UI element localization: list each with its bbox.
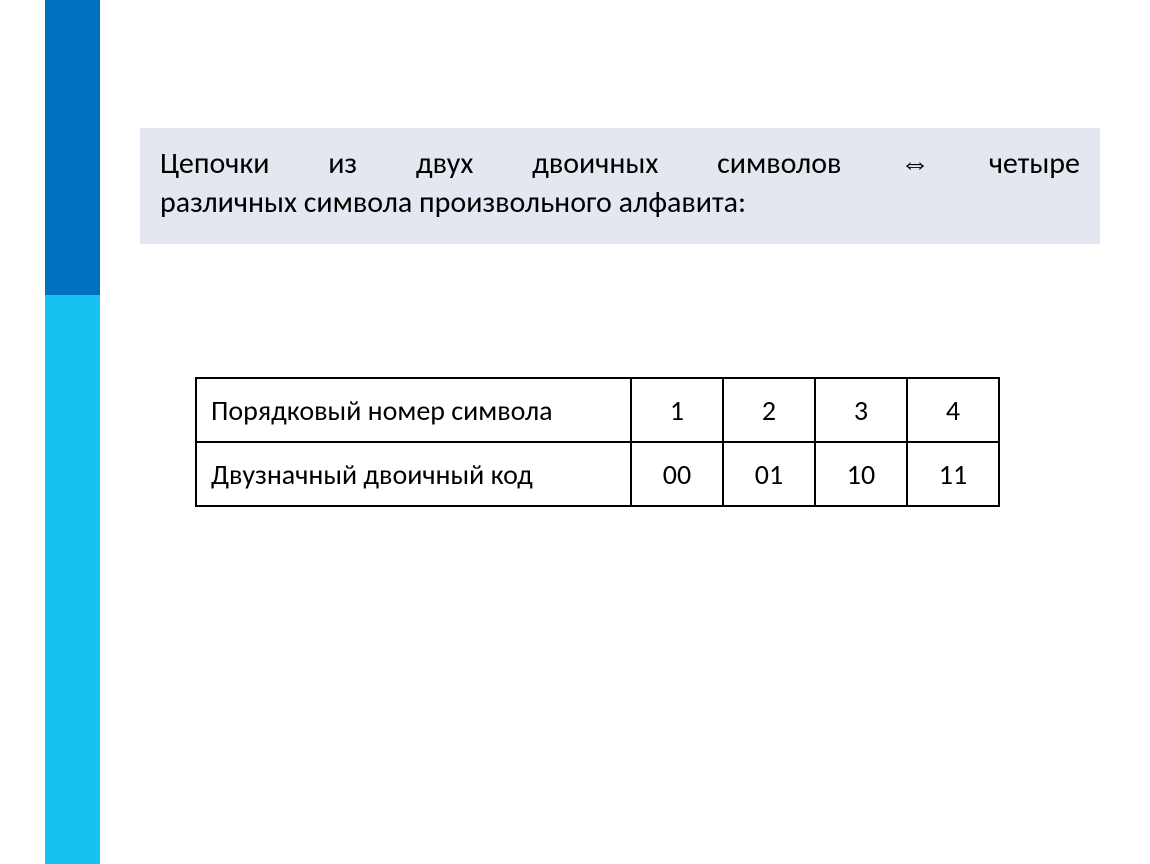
- description-box: Цепочки из двух двоичных символов ⇔ четы…: [140, 128, 1100, 244]
- cell: 2: [723, 378, 815, 442]
- word: Цепочки: [160, 144, 269, 183]
- word: из: [328, 144, 357, 183]
- word: четыре: [989, 144, 1080, 183]
- table-row: Двузначный двоичный код 00 01 10 11: [196, 442, 999, 506]
- row-label: Двузначный двоичный код: [196, 442, 631, 506]
- binary-code-table: Порядковый номер символа 1 2 3 4 Двузнач…: [195, 377, 1000, 507]
- accent-bar-dark: [45, 0, 100, 295]
- word: символов: [717, 144, 841, 183]
- cell: 10: [815, 442, 907, 506]
- row-label: Порядковый номер символа: [196, 378, 631, 442]
- cell: 1: [631, 378, 723, 442]
- cell: 00: [631, 442, 723, 506]
- word: двоичных: [532, 144, 658, 183]
- cell: 4: [907, 378, 999, 442]
- cell: 3: [815, 378, 907, 442]
- cell: 01: [723, 442, 815, 506]
- table-row: Порядковый номер символа 1 2 3 4: [196, 378, 999, 442]
- slide: Цепочки из двух двоичных символов ⇔ четы…: [0, 0, 1150, 864]
- description-line-2: различных символа произвольного алфавита…: [160, 183, 1080, 222]
- cell: 11: [907, 442, 999, 506]
- accent-bar-light: [45, 295, 100, 864]
- double-arrow-icon: ⇔: [900, 144, 930, 183]
- description-line-1: Цепочки из двух двоичных символов ⇔ четы…: [160, 144, 1080, 183]
- word: двух: [416, 144, 474, 183]
